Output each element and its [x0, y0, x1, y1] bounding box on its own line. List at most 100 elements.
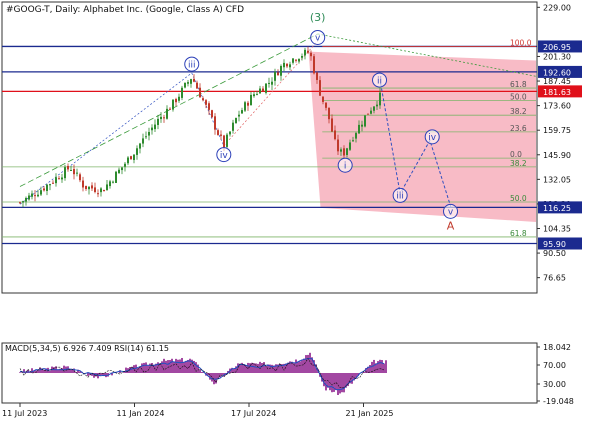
candle-body [91, 185, 93, 189]
candle-body [19, 202, 21, 204]
candle-body [109, 181, 111, 187]
indicator-tick-label: 70.00 [543, 361, 566, 370]
candle-body [85, 185, 87, 189]
candle-body [295, 59, 297, 61]
candle-body [28, 195, 30, 200]
candle-body [235, 117, 237, 124]
candle-body [163, 117, 165, 119]
candle-body [37, 194, 39, 197]
candle-body [286, 63, 288, 67]
candle-body [364, 115, 366, 127]
wave-label-iii: iii [188, 60, 196, 70]
candle-body [271, 81, 273, 85]
candle-body [133, 154, 135, 161]
candle-body [262, 88, 264, 92]
candle-body [211, 110, 213, 118]
candle-body [220, 134, 222, 136]
candle-body [325, 102, 327, 108]
candle-body [148, 131, 150, 136]
wave-label-ii: ii [377, 76, 382, 86]
indicator-tick-label: 30.00 [543, 380, 566, 389]
chart-window: 100.0 61.8 50.0 38.2 23.6 0.0 38.2 50.0 61.8 (3)… [0, 0, 596, 425]
candle-body [76, 172, 78, 174]
fib-upper-label: 61.8 [510, 80, 527, 89]
candle-body [181, 87, 183, 98]
candle-body [349, 142, 351, 150]
price-tick-label: 201.30 [543, 52, 571, 61]
indicator-tick-label: 18.042 [543, 343, 571, 352]
price-tag-label: 95.90 [543, 240, 566, 249]
candle-body [358, 124, 360, 134]
price-tick-label: 90.50 [543, 249, 566, 258]
candle-body [160, 116, 162, 120]
price-tick-label: 145.90 [543, 151, 571, 160]
candle-body [202, 98, 204, 101]
fib-lower-label: 50.0 [510, 194, 527, 203]
candle-body [199, 87, 201, 98]
candle-body [334, 130, 336, 140]
candle-body [52, 182, 54, 184]
price-tag-label: 206.95 [543, 43, 571, 52]
candle-body [169, 108, 171, 110]
candle-body [292, 58, 294, 63]
fib-upper-label: 50.0 [510, 93, 527, 102]
candle-body [346, 148, 348, 155]
price-tag-label: 116.25 [543, 204, 571, 213]
candle-body [259, 88, 261, 94]
candle-body [43, 188, 45, 191]
candle-body [184, 82, 186, 88]
candle-body [313, 56, 315, 74]
candle-body [88, 186, 90, 190]
candle-body [67, 165, 69, 170]
candle-body [196, 82, 198, 89]
candle-body [370, 110, 372, 114]
wave-label-v: v [448, 208, 454, 218]
candle-body [31, 193, 33, 197]
price-chart[interactable]: 100.061.850.038.223.60.038.250.061.8 (3)… [0, 0, 596, 425]
fib-upper-label: 23.6 [510, 124, 527, 133]
time-tick-label: 21 Jan 2025 [346, 409, 394, 418]
price-tick-label: 76.65 [543, 274, 566, 283]
candle-body [277, 72, 279, 76]
candle-body [46, 184, 48, 191]
candle-body [298, 58, 300, 62]
candle-body [136, 148, 138, 155]
price-tick-label: 159.75 [543, 126, 571, 135]
candle-body [307, 50, 309, 53]
candle-body [154, 124, 156, 130]
candle-body [373, 106, 375, 111]
candle-body [310, 52, 312, 57]
candle-body [268, 82, 270, 84]
candle-body [340, 149, 342, 152]
time-tick-label: 11 Jan 2024 [117, 409, 165, 418]
fib-upper-label: 38.2 [510, 107, 527, 116]
candle-body [244, 102, 246, 111]
candle-body [22, 201, 24, 203]
candle-body [157, 118, 159, 125]
candle-body [280, 65, 282, 76]
candle-body [94, 187, 96, 192]
price-tick-label: 132.05 [543, 175, 571, 184]
candle-body [241, 110, 243, 114]
candle-body [256, 93, 258, 95]
wave-label-A: A [447, 220, 455, 233]
candle-body [142, 138, 144, 144]
candle-body [217, 130, 219, 135]
candle-body [100, 188, 102, 193]
time-tick-label: 11 Jul 2023 [2, 409, 47, 418]
candle-body [322, 96, 324, 102]
candle-body [115, 171, 117, 183]
candle-body [238, 114, 240, 117]
candle-body [175, 98, 177, 103]
candle-body [124, 163, 126, 167]
wave-label-(3): (3) [310, 11, 326, 24]
fib-upper-label: 100.0 [510, 38, 532, 47]
fib-lower-label: 38.2 [510, 159, 527, 168]
candle-body [193, 78, 195, 82]
candle-body [214, 116, 216, 130]
candle-body [70, 169, 72, 171]
chart-title: #GOOG-T, Daily: Alphabet Inc. (Google, C… [6, 5, 244, 15]
candle-body [97, 193, 99, 195]
candle-body [118, 169, 120, 174]
wave-label-iv: iv [220, 151, 229, 161]
